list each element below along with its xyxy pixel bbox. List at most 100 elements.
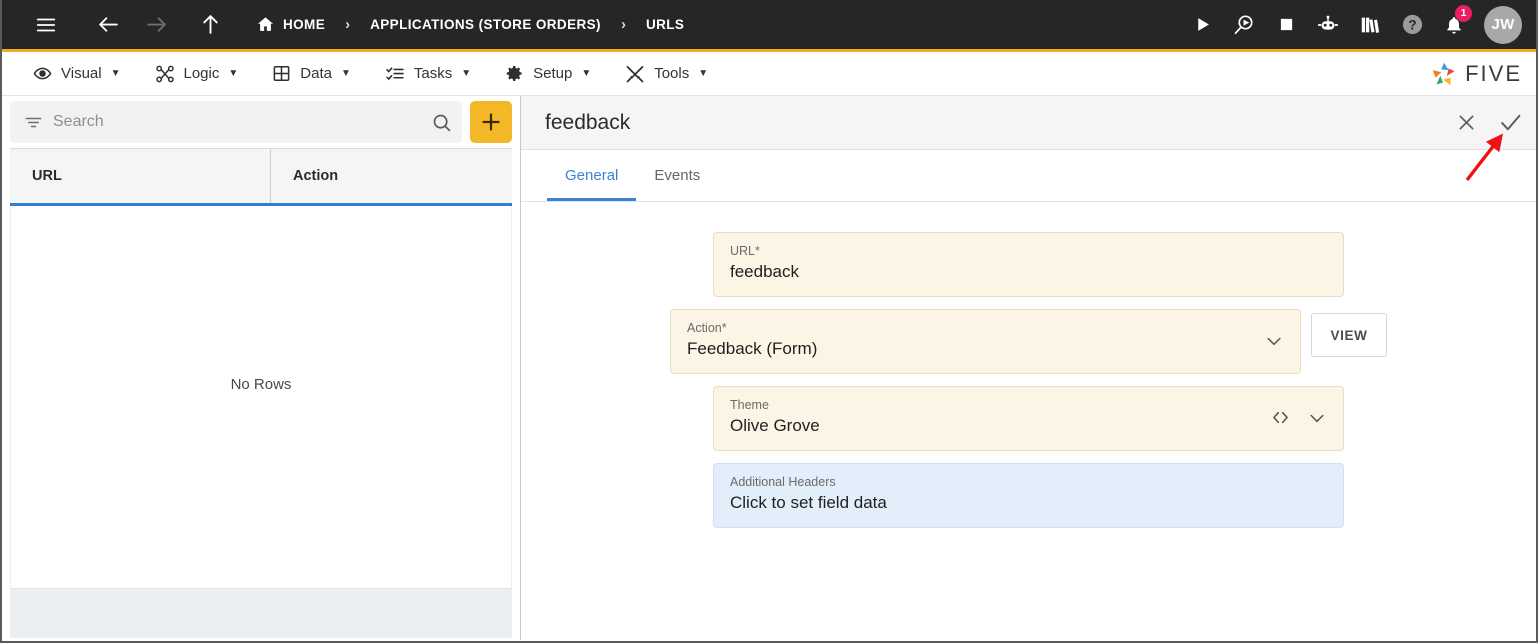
debug-search-icon[interactable] [1224,3,1264,47]
checklist-icon [385,64,405,84]
url-detail-panel: feedback General Events URL* feedback Ac… [521,96,1536,640]
chevron-down-icon: ▼ [340,68,351,79]
books-library-icon[interactable] [1350,3,1390,47]
home-icon [256,15,275,34]
theme-field-label: Theme [730,397,1260,413]
action-field-label: Action* [687,320,1254,336]
urls-list-panel: URL Action No Rows [2,96,521,640]
theme-field-value: Olive Grove [730,416,820,435]
notification-badge: 1 [1455,4,1472,22]
tab-events[interactable]: Events [636,150,718,201]
form-row-theme: Theme Olive Grove [521,386,1536,451]
action-field-value: Feedback (Form) [687,339,818,358]
topbar-left-group: HOME › APPLICATIONS (STORE ORDERS) › URL… [24,3,1182,47]
menu-label-tasks: Tasks [413,65,453,82]
form-row-action: Action* Feedback (Form) VIEW [521,309,1536,374]
view-action-button[interactable]: VIEW [1311,313,1387,357]
topbar-right-group: ? 1 JW [1182,3,1522,47]
stop-icon[interactable] [1266,3,1306,47]
action-field[interactable]: Action* Feedback (Form) [670,309,1301,374]
chevron-down-icon: ▼ [228,68,239,79]
add-url-button[interactable] [470,101,512,143]
forward-arrow-icon[interactable] [134,3,178,47]
menu-label-data: Data [300,65,332,82]
theme-field-icons [1260,407,1327,428]
chevron-down-icon: ▼ [581,68,592,79]
breadcrumb-item-applications[interactable]: APPLICATIONS (STORE ORDERS) [360,17,611,32]
breadcrumb-label-urls: URLS [645,17,685,32]
breadcrumb-label-home: HOME [283,17,326,32]
search-box[interactable] [10,101,462,143]
search-input[interactable] [53,113,421,131]
tab-events-label: Events [654,167,701,184]
menu-item-tasks[interactable]: Tasks ▼ [368,52,488,96]
filter-icon[interactable] [24,113,43,132]
five-brand-logo: FIVE [1429,59,1522,89]
main-content-area: URL Action No Rows feedback Gene [2,96,1536,640]
close-x-icon[interactable] [1444,101,1488,145]
column-header-action[interactable]: Action [270,149,338,203]
additional-headers-label-text: Additional Headers [730,475,836,489]
breadcrumb-separator-2: › [620,16,626,33]
form-row-additional-headers: Additional Headers Click to set field da… [521,463,1536,528]
detail-tabs: General Events [521,150,1536,202]
grid-table-icon [272,64,291,83]
breadcrumb-item-home[interactable]: HOME [246,15,335,34]
form-row-url: URL* feedback [521,232,1536,297]
grid-body: No Rows [10,206,512,588]
menu-label-setup: Setup [533,65,573,82]
breadcrumb-separator-1: › [345,16,351,33]
robot-chat-icon[interactable] [1308,3,1348,47]
eye-icon [33,64,52,83]
page-title: feedback [545,110,631,134]
menu-item-setup[interactable]: Setup ▼ [488,52,608,96]
additional-headers-field-label: Additional Headers [730,474,1327,490]
play-icon[interactable] [1182,3,1222,47]
chevron-down-icon[interactable] [1307,408,1327,428]
general-form: URL* feedback Action* Feedback (Form) VI… [521,202,1536,640]
nodes-icon [155,64,175,84]
url-field-label: URL* [730,243,1327,259]
back-arrow-icon[interactable] [86,3,130,47]
menu-item-data[interactable]: Data ▼ [255,52,368,96]
url-required-marker: * [755,244,760,258]
code-brackets-icon[interactable] [1270,407,1291,428]
menu-item-logic[interactable]: Logic ▼ [138,52,256,96]
grid-footer-bar [10,588,512,638]
tab-general[interactable]: General [547,150,637,201]
svg-text:?: ? [1408,17,1416,32]
url-label-text: URL [730,244,756,258]
menu-label-tools: Tools [654,65,690,82]
menu-item-visual[interactable]: Visual ▼ [16,52,138,96]
chevron-down-icon: ▼ [698,68,709,79]
grid-header-row: URL Action [10,148,512,206]
search-icon[interactable] [431,112,452,133]
chevron-down-icon: ▼ [110,68,121,79]
detail-panel-header: feedback [521,96,1536,150]
tab-general-label: General [565,167,619,184]
application-menu-bar: Visual ▼ Logic ▼ Data ▼ Tasks ▼ Setup ▼ … [2,52,1536,96]
additional-headers-field-value: Click to set field data [730,493,887,512]
column-header-url[interactable]: URL [10,149,270,203]
url-field-value: feedback [730,262,799,281]
menu-item-tools[interactable]: Tools ▼ [608,52,725,96]
additional-headers-field[interactable]: Additional Headers Click to set field da… [713,463,1344,528]
breadcrumb-item-urls[interactable]: URLS [636,17,694,32]
five-brand-text: FIVE [1465,60,1522,86]
action-label-text: Action [687,321,722,335]
menu-label-logic: Logic [183,65,220,82]
empty-state-message: No Rows [230,375,292,393]
save-checkmark-button[interactable] [1488,101,1532,145]
hamburger-menu-icon[interactable] [24,3,68,47]
url-field[interactable]: URL* feedback [713,232,1344,297]
help-circle-icon[interactable]: ? [1392,3,1432,47]
bell-notification-icon[interactable]: 1 [1434,3,1474,47]
search-toolbar [2,96,520,148]
chevron-down-icon[interactable] [1264,331,1284,351]
up-arrow-icon[interactable] [188,3,232,47]
five-pinwheel-icon [1429,59,1459,89]
theme-field[interactable]: Theme Olive Grove [713,386,1344,451]
action-required-marker: * [721,321,727,335]
breadcrumb-label-applications: APPLICATIONS (STORE ORDERS) [370,17,601,32]
user-avatar[interactable]: JW [1484,5,1522,44]
